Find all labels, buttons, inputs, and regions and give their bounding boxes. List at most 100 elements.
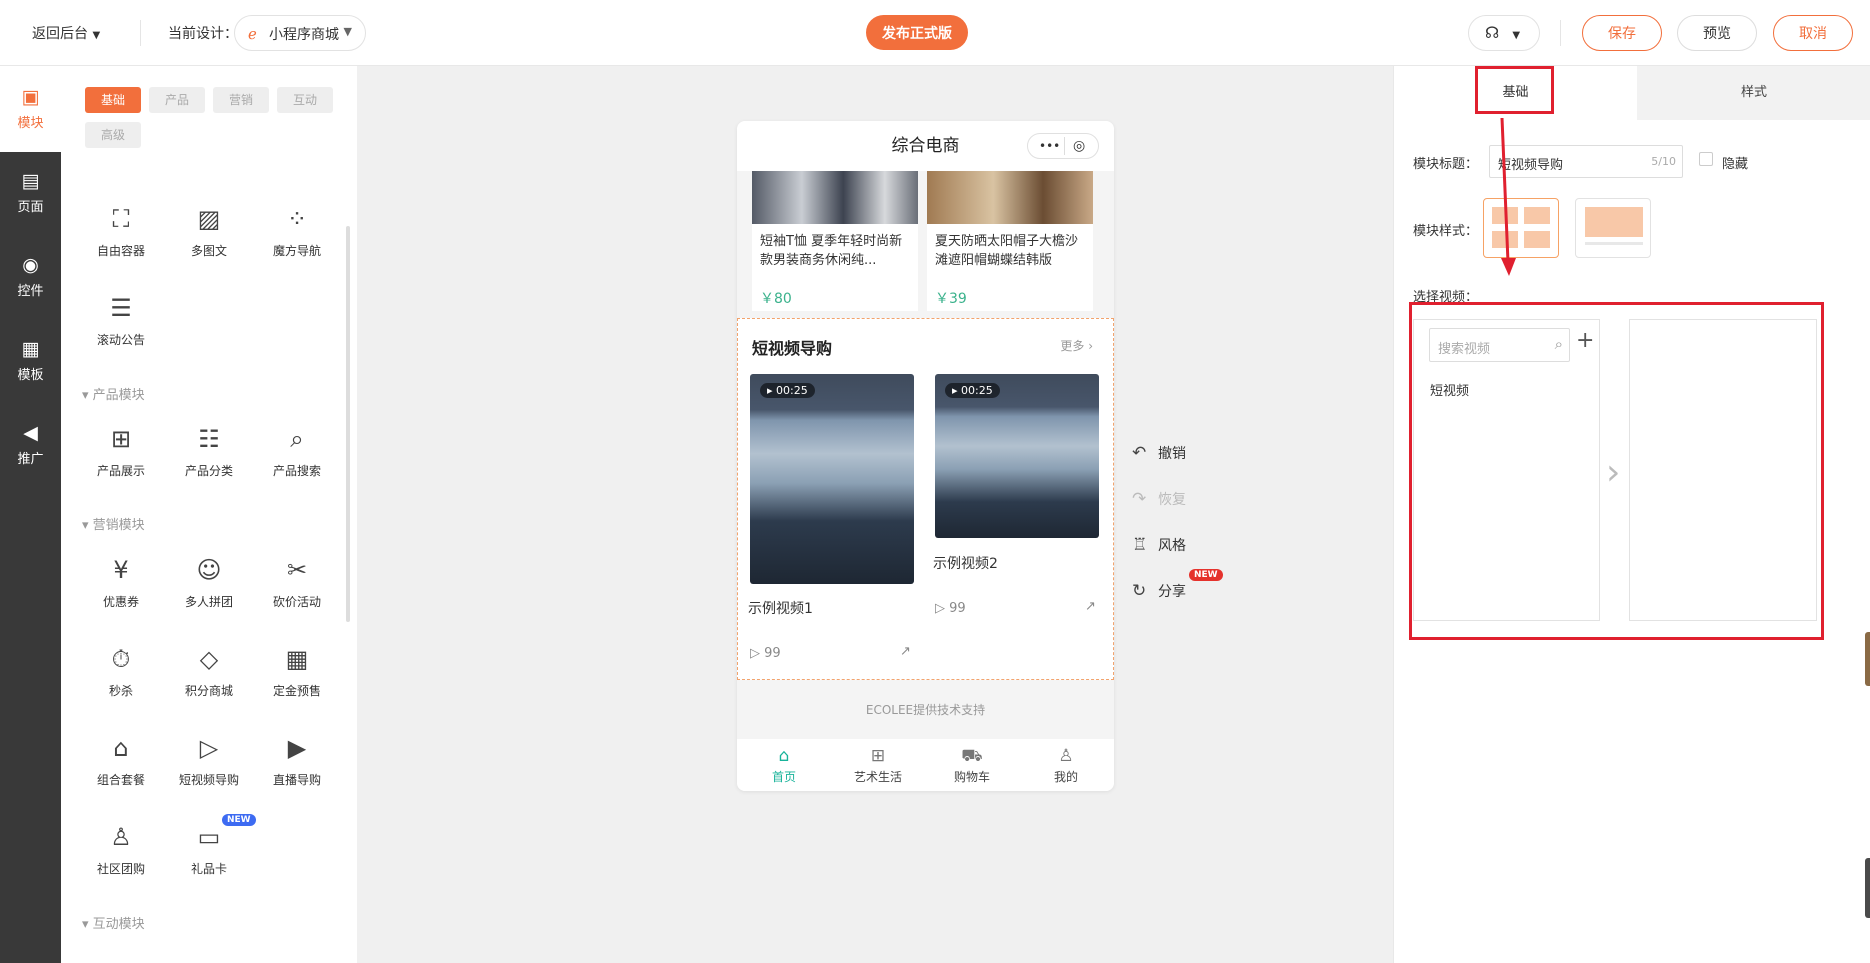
product-card[interactable]: 短袖T恤 夏季年轻时尚新款男装商务休闲纯... ￥80 bbox=[752, 171, 918, 311]
share-icon[interactable]: ↗ bbox=[1085, 599, 1096, 614]
tv-icon: ▶ bbox=[287, 734, 307, 762]
component-label: 滚动公告 bbox=[96, 333, 145, 347]
hide-checkbox[interactable] bbox=[1699, 152, 1713, 166]
tab-home[interactable]: ⌂ 首页 bbox=[737, 746, 831, 785]
coupon-icon: ¥ bbox=[113, 556, 129, 584]
share-button[interactable]: ↻ 分享 bbox=[1132, 581, 1186, 601]
page-title: 综合电商 bbox=[891, 136, 960, 156]
component-gift-card[interactable]: ▭ 礼品卡 bbox=[169, 822, 249, 877]
short-video-module[interactable]: 短视频导购 更多 › ▸ 00:25 示例视频1 ▷ 99 ↗ ▸ 00:25 … bbox=[737, 318, 1114, 680]
tab-advanced-components[interactable]: 高级 bbox=[85, 122, 141, 148]
section-label: 营销模块 bbox=[92, 518, 145, 533]
rail-item-promotion[interactable]: ◀ 推广 bbox=[0, 422, 61, 467]
grid-icon: ⊞ bbox=[110, 425, 132, 453]
redo-button[interactable]: ↷ 恢复 bbox=[1132, 489, 1186, 509]
component-community-group-buy[interactable]: ♙ 社区团购 bbox=[81, 822, 161, 877]
more-link[interactable]: 更多 › bbox=[1060, 337, 1093, 354]
tab-interactive-components[interactable]: 互动 bbox=[277, 87, 333, 113]
free-container-icon: ⛶ bbox=[112, 205, 130, 233]
home-icon: ⌂ bbox=[778, 746, 790, 766]
section-label: 产品模块 bbox=[92, 388, 145, 403]
product-card[interactable]: 夏天防晒太阳帽子大檐沙滩遮阳帽蝴蝶结韩版 ￥39 bbox=[927, 171, 1093, 311]
undo-button[interactable]: ↶ 撤销 bbox=[1132, 443, 1186, 463]
rail-label: 推广 bbox=[17, 452, 44, 467]
tab-basic-components[interactable]: 基础 bbox=[85, 87, 141, 113]
component-deposit-presale[interactable]: ▦ 定金预售 bbox=[257, 644, 337, 699]
divider bbox=[1064, 137, 1065, 155]
action-label: 风格 bbox=[1158, 538, 1186, 554]
component-label: 产品分类 bbox=[184, 464, 233, 478]
tab-label: 首页 bbox=[771, 770, 796, 784]
product-image bbox=[927, 171, 1093, 224]
component-product-display[interactable]: ⊞ 产品展示 bbox=[81, 424, 161, 479]
video-thumbnail[interactable]: ▸ 00:25 bbox=[935, 374, 1099, 538]
tab-product-components[interactable]: 产品 bbox=[149, 87, 205, 113]
layout-thumbnail-icon bbox=[1585, 207, 1643, 237]
tech-support-note: ECOLEE提供技术支持 bbox=[865, 703, 986, 717]
component-multi-image-text[interactable]: ▨ 多图文 bbox=[169, 204, 249, 259]
component-free-container[interactable]: ⛶ 自由容器 bbox=[81, 204, 161, 259]
component-combo-package[interactable]: ⌂ 组合套餐 bbox=[81, 733, 161, 788]
package-icon: ⌂ bbox=[113, 734, 129, 762]
tab-marketing-components[interactable]: 营销 bbox=[213, 87, 269, 113]
preview-button[interactable]: 预览 bbox=[1677, 15, 1757, 51]
component-bargain[interactable]: ✂ 砍价活动 bbox=[257, 555, 337, 610]
component-short-video-shopping[interactable]: ▷ 短视频导购 bbox=[169, 733, 249, 788]
rail-item-module[interactable]: ▣ 模块 bbox=[0, 86, 61, 131]
tab-cart[interactable]: ⛟ 购物车 bbox=[925, 746, 1019, 785]
current-design-label: 当前设计： bbox=[168, 26, 238, 42]
back-to-admin-button[interactable]: 返回后台 ▼ bbox=[32, 23, 100, 43]
cancel-button[interactable]: 取消 bbox=[1773, 15, 1853, 51]
page-icon: ▤ bbox=[21, 170, 40, 192]
style-option-single[interactable] bbox=[1575, 198, 1651, 258]
component-label: 产品展示 bbox=[96, 464, 145, 478]
dots-grid-icon: ⁘ bbox=[286, 205, 308, 233]
style-button[interactable]: ♖ 风格 bbox=[1132, 535, 1186, 555]
gift-card-icon: ▭ bbox=[197, 823, 221, 851]
video-duration: ▸ 00:25 bbox=[760, 383, 815, 398]
video-thumbnail[interactable]: ▸ 00:25 bbox=[750, 374, 914, 584]
component-group-buy[interactable]: ☺ 多人拼团 bbox=[169, 555, 249, 610]
share-icon[interactable]: ↗ bbox=[900, 644, 911, 659]
component-label: 组合套餐 bbox=[96, 773, 145, 787]
chevron-down-icon: ▼ bbox=[343, 25, 352, 38]
component-label: 魔方导航 bbox=[272, 244, 321, 258]
layout-thumbnail-line bbox=[1585, 242, 1643, 245]
component-scroll-notice[interactable]: ☰ 滚动公告 bbox=[81, 293, 161, 348]
edge-handle[interactable] bbox=[1865, 858, 1870, 918]
char-count: 5/10 bbox=[1651, 155, 1676, 168]
views-count: 99 bbox=[949, 601, 966, 616]
edge-handle[interactable] bbox=[1865, 632, 1870, 686]
rail-item-control[interactable]: ◉ 控件 bbox=[0, 254, 61, 299]
save-button[interactable]: 保存 bbox=[1582, 15, 1662, 51]
grid-icon: ⊞ bbox=[870, 746, 886, 766]
design-select[interactable]: ℯ 小程序商城 ▼ bbox=[234, 15, 366, 51]
component-product-search[interactable]: ⌕ 产品搜索 bbox=[257, 424, 337, 479]
component-label: 自由容器 bbox=[96, 244, 145, 258]
shirt-icon: ♖ bbox=[1132, 535, 1148, 555]
new-badge: NEW bbox=[222, 814, 256, 826]
section-marketing-modules[interactable]: ▾ 营销模块 bbox=[82, 514, 145, 533]
tab-art-life[interactable]: ⊞ 艺术生活 bbox=[831, 746, 925, 785]
component-live-shopping[interactable]: ▶ 直播导购 bbox=[257, 733, 337, 788]
component-points-mall[interactable]: ◇ 积分商城 bbox=[169, 644, 249, 699]
tab-style[interactable]: 样式 bbox=[1637, 66, 1870, 120]
phone-preview: 综合电商 ••• ◎ 短袖T恤 夏季年轻时尚新款男装商务休闲纯... ￥80 夏… bbox=[737, 121, 1114, 791]
new-badge: NEW bbox=[1189, 569, 1223, 581]
section-interactive-modules[interactable]: ▾ 互动模块 bbox=[82, 913, 145, 932]
component-cube-nav[interactable]: ⁘ 魔方导航 bbox=[257, 204, 337, 259]
section-product-modules[interactable]: ▾ 产品模块 bbox=[82, 384, 145, 403]
tab-mine[interactable]: ♙ 我的 bbox=[1019, 746, 1113, 785]
support-dropdown[interactable]: ☊ ▼ bbox=[1468, 15, 1540, 51]
video-duration: ▸ 00:25 bbox=[945, 383, 1000, 398]
component-coupon[interactable]: ¥ 优惠券 bbox=[81, 555, 161, 610]
publish-button[interactable]: 发布正式版 bbox=[866, 15, 968, 50]
rail-item-page[interactable]: ▤ 页面 bbox=[0, 170, 61, 215]
annotation-arrow-line bbox=[1500, 117, 1510, 263]
panel-scrollbar[interactable] bbox=[346, 226, 350, 622]
play-icon: ▷ bbox=[750, 646, 760, 661]
component-product-category[interactable]: ☷ 产品分类 bbox=[169, 424, 249, 479]
component-flash-sale[interactable]: ⏱ 秒杀 bbox=[81, 644, 161, 699]
video-bag-icon: ▷ bbox=[199, 734, 219, 762]
rail-item-template[interactable]: ▦ 模板 bbox=[0, 338, 61, 383]
